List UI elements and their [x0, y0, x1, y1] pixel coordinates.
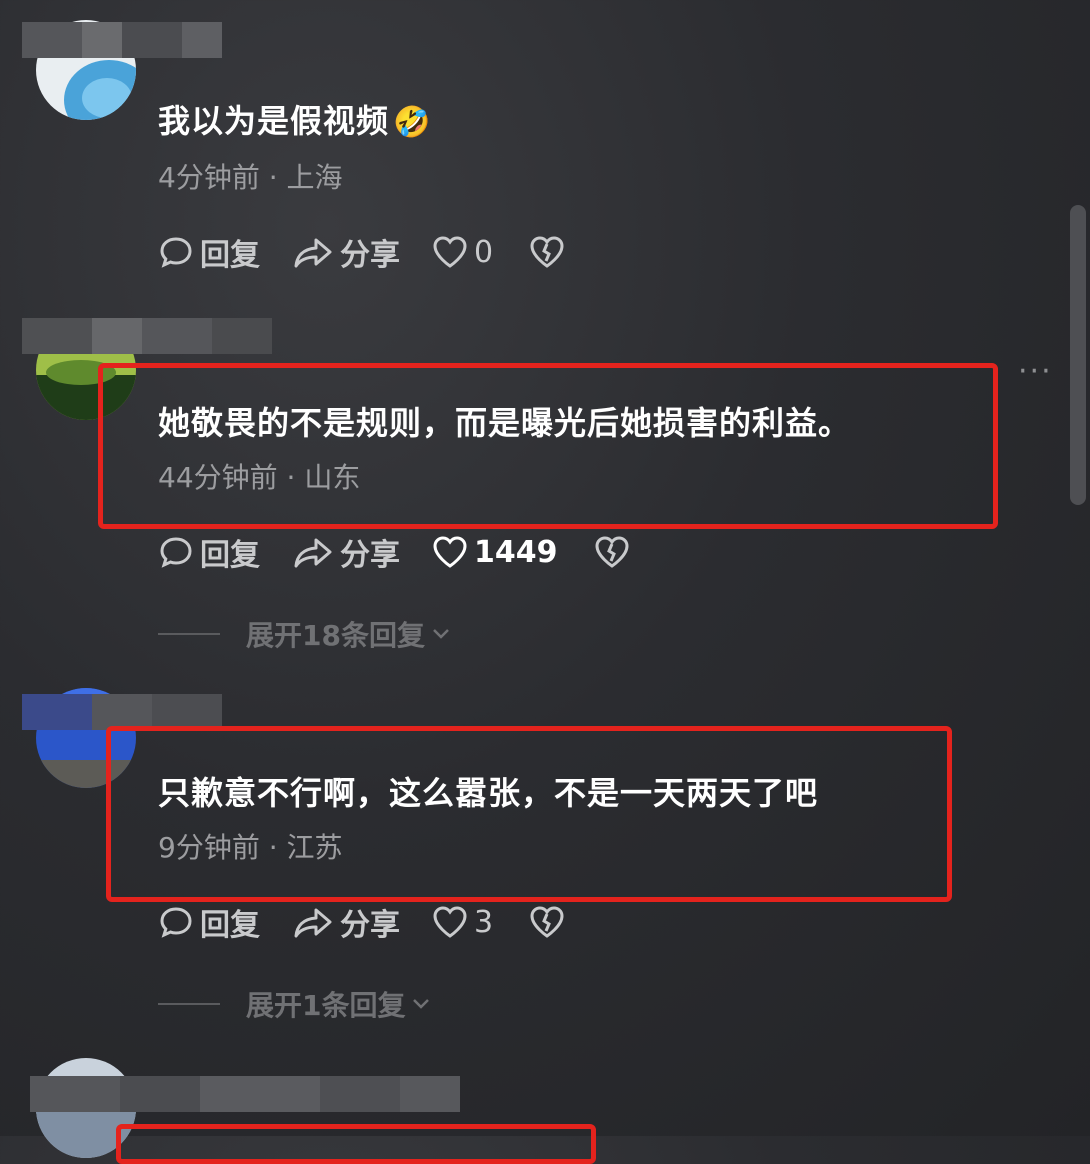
- dislike-button[interactable]: [529, 905, 571, 939]
- username-blurred[interactable]: [22, 318, 292, 354]
- comment-bubble-icon: [160, 237, 192, 268]
- scrollbar[interactable]: [1070, 205, 1086, 505]
- comment-meta: 44分钟前 · 山东: [158, 461, 361, 494]
- highlight-box: [116, 1124, 596, 1164]
- comment-actions: 回复 分享 1449: [158, 530, 668, 574]
- reply-button[interactable]: 回复: [158, 230, 260, 274]
- share-arrow-icon: [294, 238, 332, 268]
- reply-button[interactable]: 回复: [158, 530, 260, 574]
- share-button[interactable]: 分享: [292, 530, 400, 574]
- reply-button[interactable]: 回复: [158, 900, 260, 944]
- heart-icon: [433, 536, 467, 568]
- comment-bubble-icon: [160, 907, 192, 938]
- dislike-button[interactable]: [529, 235, 571, 269]
- comment-text: 她敬畏的不是规则，而是曝光后她损害的利益。: [158, 404, 852, 442]
- comment-actions: 回复 分享 3: [158, 900, 603, 944]
- share-button[interactable]: 分享: [292, 230, 400, 274]
- share-arrow-icon: [294, 908, 332, 938]
- highlight-box: [106, 726, 952, 902]
- more-options-button[interactable]: ···: [1018, 354, 1053, 389]
- highlight-box: [98, 363, 998, 529]
- comment-actions: 回复 分享 0: [158, 230, 603, 274]
- username-blurred[interactable]: [22, 694, 222, 730]
- username-blurred[interactable]: [22, 22, 262, 58]
- like-button[interactable]: 0: [432, 235, 493, 270]
- laughing-emoji-icon: 🤣: [393, 105, 432, 140]
- username-blurred[interactable]: [30, 1076, 460, 1112]
- chevron-down-icon: [413, 999, 430, 1009]
- expand-replies-button[interactable]: 展开18条回复: [158, 614, 451, 654]
- comment-text: 我以为是假视频 🤣: [158, 102, 432, 140]
- broken-heart-icon: [530, 906, 564, 938]
- broken-heart-icon: [594, 536, 629, 568]
- like-button[interactable]: 3: [432, 905, 493, 940]
- expand-replies-button[interactable]: 展开1条回复: [158, 984, 431, 1024]
- broken-heart-icon: [530, 236, 564, 268]
- like-button[interactable]: 1449: [432, 535, 558, 570]
- heart-icon: [433, 236, 467, 268]
- heart-icon: [433, 906, 467, 938]
- share-arrow-icon: [294, 538, 332, 568]
- chevron-down-icon: [433, 629, 449, 639]
- divider-line: [158, 633, 220, 635]
- comment-meta: 9分钟前 · 江苏: [158, 831, 343, 864]
- comment-text: 只歉意不行啊，这么嚣张，不是一天两天了吧: [158, 774, 819, 812]
- share-button[interactable]: 分享: [292, 900, 400, 944]
- divider-line: [158, 1003, 220, 1005]
- comment-bubble-icon: [160, 537, 192, 568]
- comment-meta: 4分钟前 · 上海: [158, 161, 343, 194]
- dislike-button[interactable]: [594, 535, 636, 569]
